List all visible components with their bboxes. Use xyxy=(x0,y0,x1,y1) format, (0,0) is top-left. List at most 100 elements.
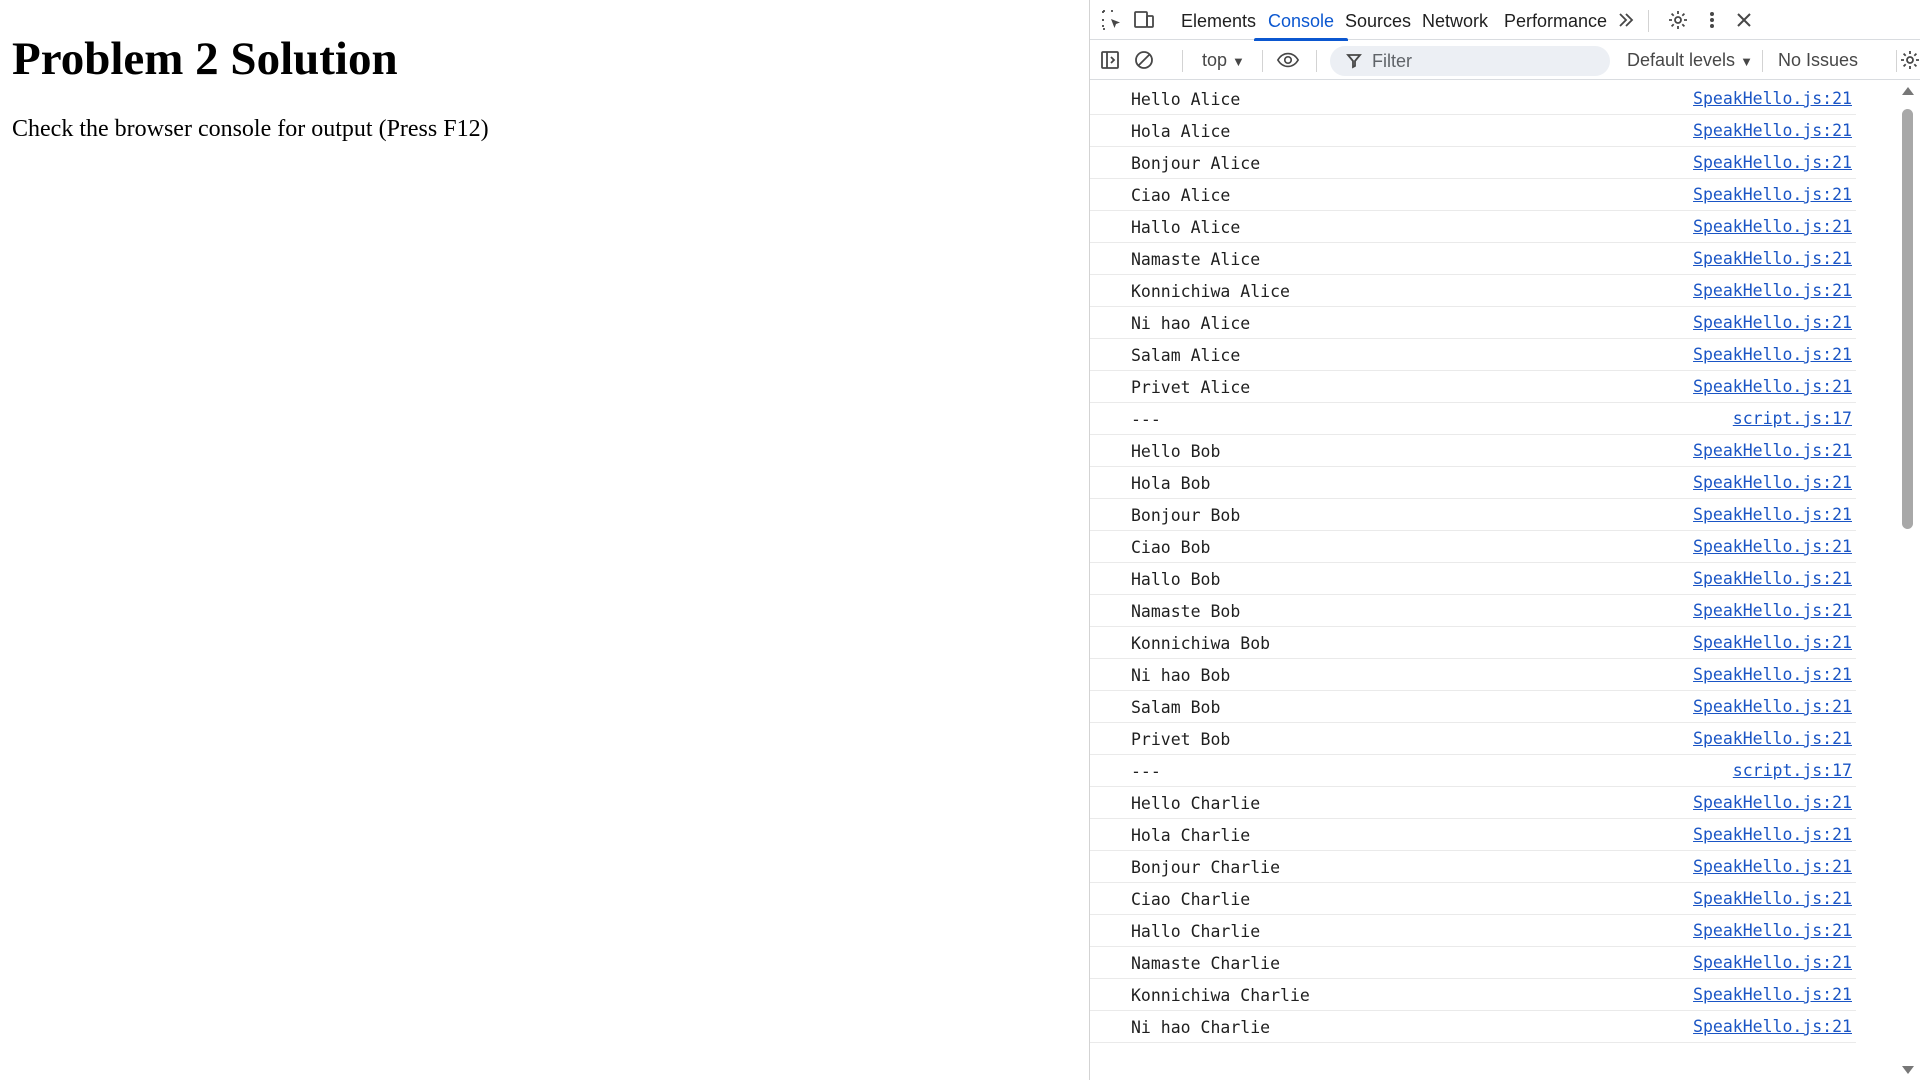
scroll-up-arrow-icon[interactable] xyxy=(1902,87,1914,95)
console-message-text: Hello Alice xyxy=(1131,90,1241,109)
console-message-text: Hallo Alice xyxy=(1131,218,1241,237)
console-source-link[interactable]: SpeakHello.js:21 xyxy=(1693,627,1852,659)
console-source-link[interactable]: SpeakHello.js:21 xyxy=(1693,531,1852,563)
console-source-link[interactable]: SpeakHello.js:21 xyxy=(1693,1011,1852,1043)
console-source-link[interactable]: SpeakHello.js:21 xyxy=(1693,211,1852,243)
console-row: Hello Bob SpeakHello.js:21 xyxy=(1090,435,1856,467)
console-source-link[interactable]: SpeakHello.js:21 xyxy=(1693,819,1852,851)
console-source-link[interactable]: SpeakHello.js:21 xyxy=(1693,947,1852,979)
console-scrollbar[interactable] xyxy=(1898,83,1918,1080)
console-message-text: Konnichiwa Bob xyxy=(1131,634,1271,653)
console-row: Konnichiwa Alice SpeakHello.js:21 xyxy=(1090,275,1856,307)
console-source-link[interactable]: SpeakHello.js:21 xyxy=(1693,563,1852,595)
tab-console[interactable]: Console xyxy=(1253,0,1349,41)
tab-sources[interactable]: Sources xyxy=(1345,0,1411,40)
console-row: Namaste Alice SpeakHello.js:21 xyxy=(1090,243,1856,275)
close-icon[interactable] xyxy=(1732,8,1756,32)
console-source-link[interactable]: script.js:17 xyxy=(1733,403,1852,435)
console-source-link[interactable]: SpeakHello.js:21 xyxy=(1693,115,1852,147)
toolbar-divider xyxy=(1762,50,1763,72)
console-row: Konnichiwa Bob SpeakHello.js:21 xyxy=(1090,627,1856,659)
page-instruction: Check the browser console for output (Pr… xyxy=(12,116,489,142)
console-source-link[interactable]: SpeakHello.js:21 xyxy=(1693,147,1852,179)
tab-elements[interactable]: Elements xyxy=(1181,0,1256,40)
console-source-link[interactable]: SpeakHello.js:21 xyxy=(1693,243,1852,275)
context-selector[interactable]: top ▼ xyxy=(1202,40,1245,80)
console-message-text: Hola Alice xyxy=(1131,122,1231,141)
toolbar-divider xyxy=(1262,50,1263,72)
clear-console-icon[interactable] xyxy=(1132,48,1156,72)
console-row: Hola Bob SpeakHello.js:21 xyxy=(1090,467,1856,499)
console-source-link[interactable]: SpeakHello.js:21 xyxy=(1693,787,1852,819)
console-source-link[interactable]: SpeakHello.js:21 xyxy=(1693,851,1852,883)
live-expression-eye-icon[interactable] xyxy=(1276,48,1300,72)
console-source-link[interactable]: SpeakHello.js:21 xyxy=(1693,83,1852,115)
console-source-link[interactable]: SpeakHello.js:21 xyxy=(1693,435,1852,467)
console-source-link[interactable]: SpeakHello.js:21 xyxy=(1693,499,1852,531)
console-row: --- script.js:17 xyxy=(1090,755,1856,787)
scroll-down-arrow-icon[interactable] xyxy=(1902,1066,1914,1074)
console-row: --- script.js:17 xyxy=(1090,403,1856,435)
console-source-link[interactable]: script.js:17 xyxy=(1733,755,1852,787)
console-source-link[interactable]: SpeakHello.js:21 xyxy=(1693,307,1852,339)
console-source-link[interactable]: SpeakHello.js:21 xyxy=(1693,883,1852,915)
console-settings-gear-icon[interactable] xyxy=(1898,48,1920,72)
console-message-text: --- xyxy=(1131,762,1161,781)
console-source-link[interactable]: SpeakHello.js:21 xyxy=(1693,979,1852,1011)
console-row: Namaste Charlie SpeakHello.js:21 xyxy=(1090,947,1856,979)
devtools-tab-bar: Elements Console Sources Network Perform… xyxy=(1090,0,1920,41)
console-message-text: Hola Charlie xyxy=(1131,826,1251,845)
tabbar-divider xyxy=(1648,10,1649,32)
console-row: Ciao Alice SpeakHello.js:21 xyxy=(1090,179,1856,211)
console-row: Hello Alice SpeakHello.js:21 xyxy=(1090,83,1856,115)
console-row: Ni hao Charlie SpeakHello.js:21 xyxy=(1090,1011,1856,1043)
console-message-text: --- xyxy=(1131,410,1161,429)
console-message-text: Ciao Bob xyxy=(1131,538,1211,557)
console-source-link[interactable]: SpeakHello.js:21 xyxy=(1693,371,1852,403)
console-source-link[interactable]: SpeakHello.js:21 xyxy=(1693,659,1852,691)
console-message-text: Ciao Alice xyxy=(1131,186,1231,205)
tab-performance[interactable]: Performance xyxy=(1504,0,1607,40)
log-levels-dropdown[interactable]: Default levels ▼ xyxy=(1627,40,1753,80)
console-source-link[interactable]: SpeakHello.js:21 xyxy=(1693,595,1852,627)
page-heading: Problem 2 Solution xyxy=(12,33,398,85)
console-source-link[interactable]: SpeakHello.js:21 xyxy=(1693,339,1852,371)
console-message-text: Hallo Bob xyxy=(1131,570,1221,589)
sidebar-toggle-icon[interactable] xyxy=(1098,48,1122,72)
console-source-link[interactable]: SpeakHello.js:21 xyxy=(1693,179,1852,211)
console-row: Privet Bob SpeakHello.js:21 xyxy=(1090,723,1856,755)
console-source-link[interactable]: SpeakHello.js:21 xyxy=(1693,915,1852,947)
console-message-text: Privet Bob xyxy=(1131,730,1231,749)
more-options-icon[interactable] xyxy=(1700,8,1724,32)
console-row: Hola Charlie SpeakHello.js:21 xyxy=(1090,819,1856,851)
console-source-link[interactable]: SpeakHello.js:21 xyxy=(1693,723,1852,755)
toolbar-divider xyxy=(1182,50,1183,72)
tab-network[interactable]: Network xyxy=(1422,0,1488,40)
web-page: Problem 2 Solution Check the browser con… xyxy=(0,0,1089,1080)
console-row: Konnichiwa Charlie SpeakHello.js:21 xyxy=(1090,979,1856,1011)
console-row: Hallo Charlie SpeakHello.js:21 xyxy=(1090,915,1856,947)
gear-icon[interactable] xyxy=(1666,8,1690,32)
issues-counter[interactable]: No Issues xyxy=(1778,40,1858,80)
console-row: Salam Alice SpeakHello.js:21 xyxy=(1090,339,1856,371)
console-message-text: Privet Alice xyxy=(1131,378,1251,397)
console-message-text: Bonjour Charlie xyxy=(1131,858,1281,877)
console-source-link[interactable]: SpeakHello.js:21 xyxy=(1693,275,1852,307)
filter-input[interactable]: Filter xyxy=(1330,46,1610,76)
console-message-text: Ni hao Alice xyxy=(1131,314,1251,333)
double-chevron-right-icon[interactable] xyxy=(1614,8,1638,32)
console-source-link[interactable]: SpeakHello.js:21 xyxy=(1693,467,1852,499)
scrollbar-thumb[interactable] xyxy=(1902,109,1913,529)
device-toolbar-icon[interactable] xyxy=(1132,8,1156,32)
console-message-text: Konnichiwa Charlie xyxy=(1131,986,1310,1005)
context-value: top xyxy=(1202,50,1228,70)
console-row: Ni hao Alice SpeakHello.js:21 xyxy=(1090,307,1856,339)
console-source-link[interactable]: SpeakHello.js:21 xyxy=(1693,691,1852,723)
filter-funnel-icon xyxy=(1346,53,1362,74)
console-row: Hello Charlie SpeakHello.js:21 xyxy=(1090,787,1856,819)
console-message-text: Namaste Alice xyxy=(1131,250,1261,269)
console-row: Ni hao Bob SpeakHello.js:21 xyxy=(1090,659,1856,691)
inspect-element-icon[interactable] xyxy=(1100,8,1124,32)
toolbar-divider xyxy=(1316,50,1317,72)
console-toolbar: top ▼ Filter Default levels ▼ No Issues xyxy=(1090,40,1920,80)
